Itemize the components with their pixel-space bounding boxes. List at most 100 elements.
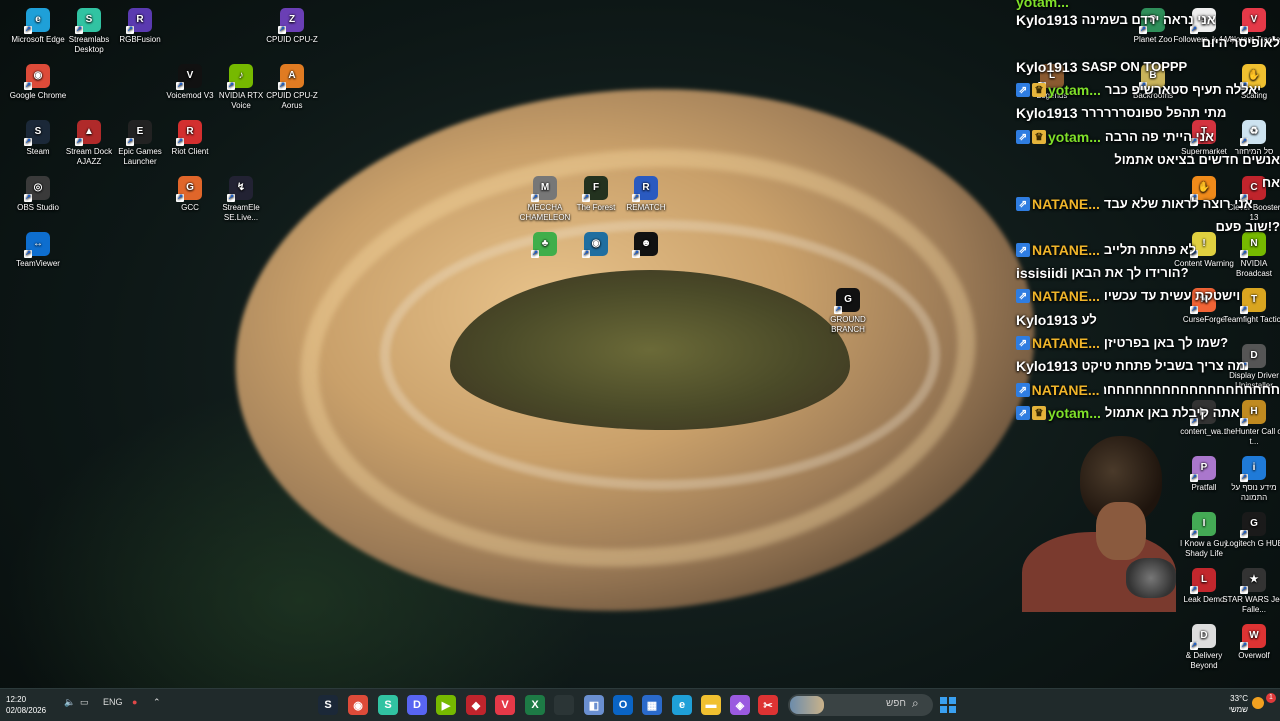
chat-username[interactable]: NATANE...: [1032, 333, 1100, 353]
speaker-icon[interactable]: 🔈: [64, 697, 75, 708]
meccha-chameleon-icon: M↗: [533, 176, 557, 200]
desktop-shortcut[interactable]: R↗REMATCH: [614, 176, 678, 213]
riot-taskbar-icon[interactable]: ◆: [466, 695, 486, 715]
shortcut-arrow-icon: ↗: [582, 194, 590, 202]
windows-start-icon[interactable]: [938, 695, 958, 715]
shortcut-arrow-icon: ↗: [531, 194, 539, 202]
desktop-shortcut[interactable]: Z↗ CPUID CPU-Z: [260, 8, 324, 45]
chat-username[interactable]: yotam...: [1048, 80, 1101, 100]
cpuz-aorus-icon: A↗: [280, 64, 304, 88]
search-box[interactable]: חפש ⌕: [788, 694, 933, 716]
copilot-taskbar-icon[interactable]: ◈: [730, 695, 750, 715]
valorant-taskbar-icon[interactable]: V: [495, 695, 515, 715]
chat-username[interactable]: NATANE...: [1032, 286, 1100, 306]
desktop-shortcut[interactable]: ◎↗OBS Studio: [6, 176, 70, 213]
wallpaper-info-icon: i↗: [1242, 456, 1266, 480]
sun-icon: [1252, 697, 1264, 709]
snipping-taskbar-icon[interactable]: ✂: [758, 695, 778, 715]
streamlabs-taskbar-icon[interactable]: S: [378, 695, 398, 715]
weather-widget[interactable]: 33°C שמשי: [1222, 693, 1248, 715]
desktop-shortcut[interactable]: G↗GROUND BRANCH: [816, 288, 880, 335]
chat-message: ⇗♛yotam...יאללה תעיף סטארשיפ כבר: [1016, 80, 1280, 100]
discord-taskbar-icon[interactable]: D: [407, 695, 427, 715]
chat-username[interactable]: Kylo1913: [1016, 57, 1077, 77]
chat-message: אח: [1016, 173, 1280, 193]
chat-message: ⇗NATANE...חחחחחחחחחחחחחחחחחחחח: [1016, 380, 1280, 400]
shortcut-arrow-icon: ↗: [176, 138, 184, 146]
explorer-taskbar-icon[interactable]: ▬: [701, 695, 721, 715]
shortcut-arrow-icon: ↗: [176, 82, 184, 90]
prime-badge-icon: ⇗: [1016, 383, 1030, 397]
desktop-shortcut-label: REMATCH: [614, 203, 678, 213]
shortcut-arrow-icon: ↗: [278, 82, 286, 90]
store-taskbar-icon[interactable]: ▦: [642, 695, 662, 715]
chat-username[interactable]: Kylo1913: [1016, 356, 1077, 376]
green-game-icon: ♣↗: [533, 232, 557, 256]
steam-taskbar-icon[interactable]: S: [318, 695, 338, 715]
desktop-shortcut[interactable]: ★↗STAR WARS Jedi Falle...: [1222, 568, 1280, 615]
shortcut-arrow-icon: ↗: [24, 26, 32, 34]
taskbar: 12:20 02/08/2026 🔈 ▭ ENG ● ⌃ S◉SD▶◆VX◧O▦…: [0, 688, 1280, 721]
chat-username[interactable]: Kylo1913: [1016, 10, 1077, 30]
desktop-shortcut-label: RGBFusion: [108, 35, 172, 45]
chat-message: ⇗NATANE...אני רוצה לראות שלא עבד: [1016, 194, 1280, 214]
chat-message: Kylo1913אני נראה ירדם בשמינה: [1016, 10, 1280, 30]
nvidia-taskbar-icon[interactable]: ▶: [436, 695, 456, 715]
outlook-taskbar-icon[interactable]: O: [613, 695, 633, 715]
search-icon: ⌕: [912, 696, 919, 711]
shortcut-arrow-icon: ↗: [1190, 474, 1198, 482]
shortcut-arrow-icon: ↗: [176, 194, 184, 202]
chat-message: Kylo1913לע: [1016, 310, 1280, 330]
shortcut-arrow-icon: ↗: [1190, 586, 1198, 594]
desktop-shortcut-label: CPUID CPU-Z: [260, 35, 324, 45]
shortcut-arrow-icon: ↗: [834, 306, 842, 314]
taskbar-clock[interactable]: 12:20 02/08/2026: [6, 694, 46, 716]
desktop-shortcut[interactable]: i↗מידע נוסף על התמונה: [1222, 456, 1280, 503]
excel-taskbar-icon[interactable]: X: [525, 695, 545, 715]
chat-username[interactable]: yotam...: [1048, 403, 1101, 423]
epic-games-icon: E↗: [128, 120, 152, 144]
chat-username[interactable]: Kylo1913: [1016, 310, 1077, 330]
chat-username[interactable]: issisiidi: [1016, 263, 1067, 283]
prime-badge-icon: ⇗: [1016, 336, 1030, 350]
network-icon[interactable]: ▭: [80, 697, 89, 708]
logitech-ghub-icon: G↗: [1242, 512, 1266, 536]
chat-username[interactable]: NATANE...: [1032, 194, 1100, 214]
desktop-shortcut[interactable]: ☻↗: [614, 232, 678, 259]
chat-username[interactable]: yotam...: [1048, 127, 1101, 147]
prime-badge-icon: ⇗: [1016, 83, 1030, 97]
microphone-tray-icon[interactable]: ●: [132, 697, 137, 707]
desktop-shortcut[interactable]: A↗CPUID CPU-Z Aorus: [260, 64, 324, 111]
chat-username[interactable]: NATANE...: [1032, 380, 1100, 400]
chat-text: יאללה תעיף סטארשיפ כבר: [1105, 80, 1261, 100]
desktop-shortcut[interactable]: R↗RGBFusion: [108, 8, 172, 45]
notification-badge[interactable]: 1: [1266, 693, 1276, 703]
blank-taskbar-icon[interactable]: [554, 695, 574, 715]
chat-username[interactable]: NATANE...: [1032, 240, 1100, 260]
chevron-up-icon[interactable]: ⌃: [153, 697, 161, 708]
prime-badge-icon: ⇗: [1016, 197, 1030, 211]
desktop-shortcut[interactable]: G↗Logitech G HUB: [1222, 512, 1280, 549]
chat-message: Kylo1913מתי תהפל ספונסרררררר: [1016, 103, 1280, 123]
cpuz-icon: Z↗: [280, 8, 304, 32]
chat-text: ?!שוב פעם: [1216, 217, 1280, 237]
chat-text: אני נראה ירדם בשמינה: [1081, 10, 1215, 30]
chat-text: לא פתחת תלייב: [1104, 240, 1196, 260]
chat-text: אני הייתי פה הרבה: [1105, 127, 1214, 147]
desktop-shortcut-label: StreamEle SE.Live...: [209, 203, 273, 223]
chrome-taskbar-icon[interactable]: ◉: [348, 695, 368, 715]
desktop-shortcut[interactable]: ↔↗TeamViewer: [6, 232, 70, 269]
language-indicator[interactable]: ENG: [103, 697, 123, 707]
edge-taskbar-icon[interactable]: e: [672, 695, 692, 715]
desktop-shortcut[interactable]: ↯↗StreamEle SE.Live...: [209, 176, 273, 223]
teamviewer-icon: ↔↗: [26, 232, 50, 256]
chat-text: מתי תהפל ספונסרררררר: [1081, 103, 1226, 123]
chat-message: ⇗NATANE...לא פתחת תלייב: [1016, 240, 1280, 260]
desktop-shortcut[interactable]: W↗Overwolf: [1222, 624, 1280, 661]
cube-taskbar-icon[interactable]: ◧: [584, 695, 604, 715]
prime-badge-icon: ⇗: [1016, 130, 1030, 144]
chat-username[interactable]: Kylo1913: [1016, 103, 1077, 123]
desktop-shortcut[interactable]: ◉↗Google Chrome: [6, 64, 70, 101]
shortcut-arrow-icon: ↗: [278, 26, 286, 34]
desktop-shortcut[interactable]: R↗Riot Client: [158, 120, 222, 157]
